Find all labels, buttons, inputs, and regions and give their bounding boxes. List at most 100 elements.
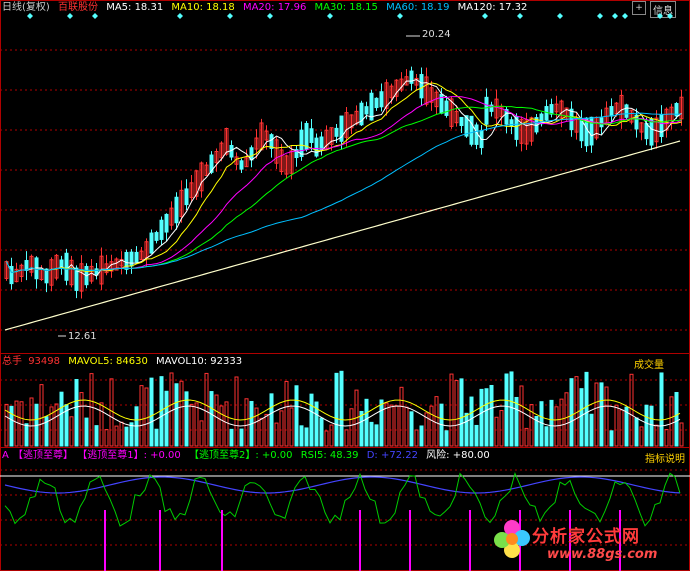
volume-bar [629,373,634,447]
indicator-item-2: 【逃顶至尊1】: +0.00 [77,450,181,461]
signal-marker [67,13,73,19]
volume-bar [279,410,284,447]
volume-bar [274,422,279,447]
volume-header: 总手 93498 MAVOL5: 84630 MAVOL10: 92333 [0,355,247,369]
volume-bar [104,429,109,447]
volume-bar [369,421,374,447]
volume-bar [144,387,149,447]
volume-bar [509,371,514,447]
volume-bar [139,385,144,447]
volume-bar [669,396,674,447]
volume-bar [614,404,619,447]
ma120-line [4,140,681,331]
signal-marker [517,13,523,19]
signal-marker [92,13,98,19]
volume-bar [594,382,599,447]
candle-body [9,265,14,285]
candle-body [184,188,189,206]
volume-value: 93498 [28,356,60,367]
volume-bar [169,372,174,447]
volume-bar [434,396,439,447]
volume-bar [234,376,239,447]
volume-bar [654,424,659,447]
volume-bar [644,404,649,447]
volume-bar [374,424,379,447]
candle-body [644,122,649,140]
volume-bar [14,400,19,447]
indicator-item-1: 【逃顶至尊】 [13,450,74,461]
volume-bar [489,384,494,447]
volume-bar [294,385,299,447]
volume-bar [349,408,354,447]
volume-bar [229,428,234,447]
candle-body [309,128,314,143]
volume-bar [319,417,324,447]
volume-bar [419,425,424,447]
volume-bar [309,393,314,447]
high-price-label: 20.24 [422,29,451,40]
candle-body [129,251,134,267]
volume-bar [454,380,459,447]
candle-body [544,106,549,121]
candle-body [319,136,324,151]
volume-bar [429,405,434,447]
volume-bar [124,426,129,447]
candle-body [334,127,339,137]
signal-marker [267,13,273,19]
volume-bar [459,378,464,447]
volume-bar [114,425,119,447]
volume-bar [284,380,289,447]
signal-marker [327,13,333,19]
mavol5-label: MAVOL5: 84630 [68,356,148,367]
indicator-header: A 【逃顶至尊】 【逃顶至尊1】: +0.00 【逃顶至尊2】: +0.00 R… [0,449,495,463]
candle-body [444,100,449,116]
volume-bar [99,402,104,447]
volume-bar [324,430,329,447]
indicator-help-button[interactable]: 指标说明 [645,450,685,465]
volume-bar [239,428,244,447]
volume-bar [84,417,89,447]
volume-bar [564,392,569,447]
volume-bar [484,388,489,447]
volume-bar [414,429,419,447]
volume-bar [499,410,504,447]
volume-bar [259,417,264,447]
candle-body [419,74,424,99]
candle-body [624,104,629,118]
candle-body [154,232,159,241]
volume-bar [289,407,294,447]
volume-bar [24,423,29,447]
volume-bar [404,406,409,447]
candle-body [314,137,319,157]
volume-bar [584,371,589,447]
volume-bar [119,421,124,447]
volume-indicator-button[interactable]: 成交量 [634,356,664,371]
signal-marker [657,13,663,19]
candle-body [159,219,164,240]
candle-body [174,196,179,224]
volume-bar [394,405,399,447]
volume-bar [164,390,169,447]
volume-bar [364,398,369,447]
volume-bar [544,426,549,447]
volume-bar [179,380,184,447]
volume-bar [89,373,94,447]
indicator-item-3: 【逃顶至尊2】: +0.00 [188,450,293,461]
volume-bar [189,403,194,447]
low-price-label: 12.61 [68,331,97,342]
volume-bar [149,377,154,447]
candle-body [239,160,244,170]
candle-body [149,232,154,254]
volume-bar [389,404,394,447]
candle-body [649,118,654,146]
volume-bar [569,378,574,447]
volume-bar [269,393,274,447]
ma-line [6,82,682,274]
volume-bar [679,422,684,447]
volume-bar [199,420,204,447]
candle-body [549,104,554,115]
candle-body [24,260,29,271]
volume-bar [474,424,479,447]
signal-marker [482,13,488,19]
volume-bar [94,425,99,447]
